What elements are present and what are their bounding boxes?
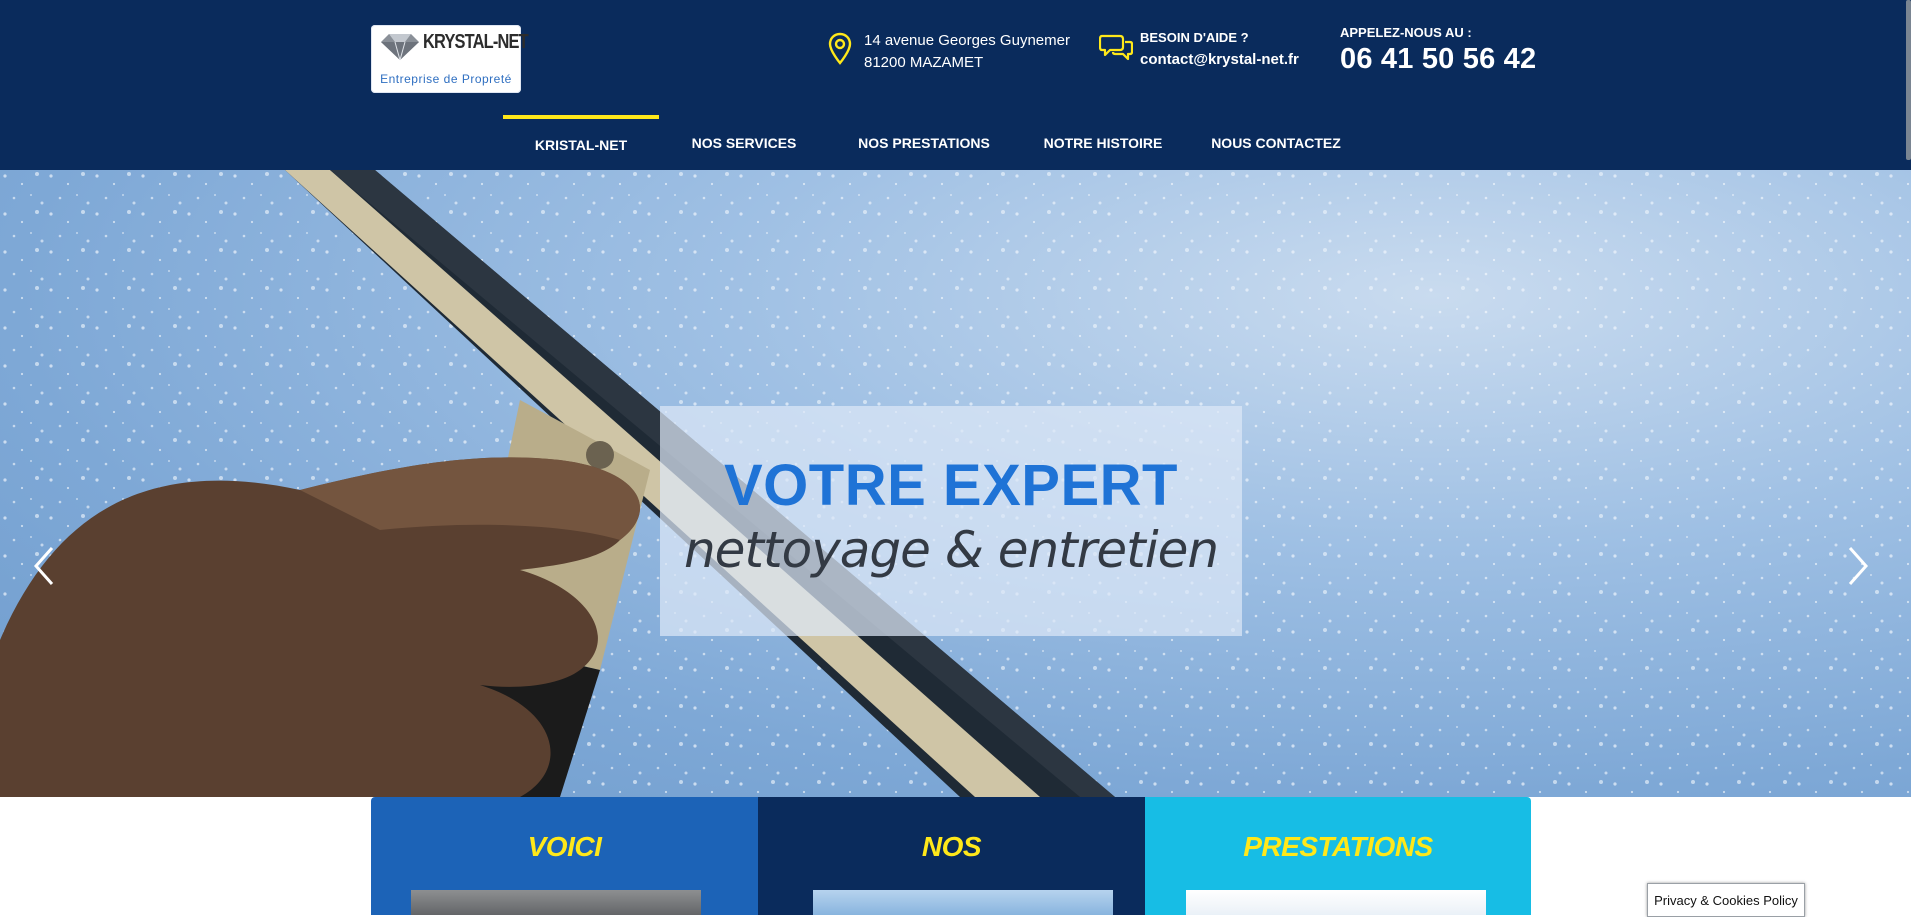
site-logo[interactable]: KRYSTAL-NET Entreprise de Propreté — [371, 25, 529, 93]
chat-bubbles-icon — [1099, 34, 1133, 61]
help-label: BESOIN D'AIDE ? — [1140, 30, 1249, 45]
logo-tagline: Entreprise de Propreté — [380, 72, 512, 86]
phone-block: APPELEZ-NOUS AU : 06 41 50 56 42 — [1340, 25, 1536, 77]
logo-brand-text: KRYSTAL-NET — [423, 31, 529, 53]
chevron-right-icon[interactable] — [1842, 542, 1872, 590]
card-voici[interactable]: VOICI — [371, 797, 758, 915]
contact-email-link[interactable]: contact@krystal-net.fr — [1140, 48, 1299, 72]
map-pin-icon — [828, 32, 852, 65]
page-scrollbar[interactable] — [1906, 0, 1911, 160]
nav-item-nos-prestations[interactable]: NOS PRESTATIONS — [829, 115, 1019, 170]
hero-subtitle: nettoyage & entretien — [683, 521, 1219, 579]
nav-item-nous-contactez[interactable]: NOUS CONTACTEZ — [1187, 115, 1365, 170]
card-title: NOS — [921, 831, 982, 862]
chevron-left-icon[interactable] — [30, 542, 60, 590]
nav-item-kristal-net[interactable]: KRISTAL-NET — [503, 115, 659, 170]
privacy-cookies-button[interactable]: Privacy & Cookies Policy — [1647, 883, 1805, 917]
card-image — [813, 890, 1113, 915]
nav-item-nos-services[interactable]: NOS SERVICES — [659, 115, 829, 170]
card-nos[interactable]: NOS — [758, 797, 1145, 915]
card-title: PRESTATIONS — [1243, 831, 1433, 862]
phone-number-link[interactable]: 06 41 50 56 42 — [1340, 41, 1536, 77]
diamond-logo-icon — [381, 34, 419, 61]
hero-caption: VOTRE EXPERT nettoyage & entretien — [660, 406, 1242, 636]
card-prestations[interactable]: PRESTATIONS — [1145, 797, 1531, 915]
address-line-2: 81200 MAZAMET — [864, 54, 984, 71]
feature-cards: VOICI NOS PRESTATIONS — [371, 797, 1531, 915]
site-header: KRYSTAL-NET Entreprise de Propreté 14 av… — [0, 0, 1911, 170]
card-title: VOICI — [527, 831, 602, 862]
hero-title: VOTRE EXPERT — [724, 453, 1178, 518]
card-image — [411, 890, 701, 915]
phone-label: APPELEZ-NOUS AU : — [1340, 25, 1472, 40]
card-image — [1186, 890, 1486, 915]
nav-item-notre-histoire[interactable]: NOTRE HISTOIRE — [1019, 115, 1187, 170]
address-line-1: 14 avenue Georges Guynemer — [864, 32, 1070, 49]
hero-slider: VOTRE EXPERT nettoyage & entretien — [0, 170, 1911, 797]
